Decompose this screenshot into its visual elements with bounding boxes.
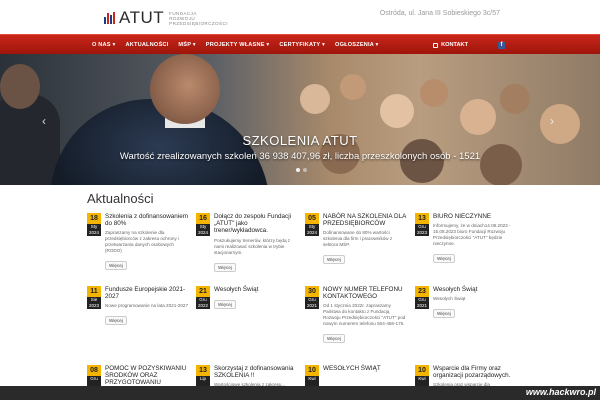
nav-item-projekty-wlasne[interactable]: PROJEKTY WŁASNE ▾	[206, 42, 270, 48]
news-title[interactable]: Wesołych Świąt	[214, 286, 298, 293]
date-badge: 13 Lip	[196, 365, 210, 388]
bottom-bar	[0, 386, 600, 400]
more-button[interactable]: Więcej	[433, 254, 455, 264]
logo-text: ATUT	[119, 8, 165, 27]
news-heading: Aktualności	[87, 191, 154, 206]
news-text: Zapraszamy na szkolenie dla przedsiębior…	[105, 230, 180, 254]
more-button[interactable]: Więcej	[323, 334, 345, 344]
date-badge: 16 Sty 2024	[196, 213, 210, 236]
news-title[interactable]: BIURO NIECZYNNE	[433, 213, 517, 220]
news-text: Wesołych Świąt	[433, 296, 466, 302]
nav-item-aktualnosci[interactable]: AKTUALNOŚCI	[125, 42, 168, 48]
nav-item-msp[interactable]: MŚP ▾	[178, 42, 195, 48]
date-badge: 21 Gru 2022	[196, 286, 210, 309]
logo[interactable]: ATUT FUNDACJA ROZWOJU PRZEDSIĘBIORCZOŚCI	[104, 8, 228, 28]
date-badge: 13 Gru 2023	[415, 213, 429, 236]
hero-background-image	[0, 54, 600, 185]
date-badge: 30 Gru 2021	[305, 286, 319, 309]
nav-item-ogloszenia[interactable]: OGŁOSZENIA ▾	[335, 42, 379, 48]
date-badge: 05 Sty 2024	[305, 213, 319, 236]
more-button[interactable]: Więcej	[323, 255, 345, 265]
logo-subtitle: FUNDACJA ROZWOJU PRZEDSIĘBIORCZOŚCI	[169, 10, 228, 26]
phone-icon	[433, 42, 439, 48]
slider-dots	[296, 168, 307, 172]
more-button[interactable]: Więcej	[105, 261, 127, 271]
news-title[interactable]: Fundusze Europejskie 2021-2027	[105, 286, 189, 300]
slider-prev-arrow[interactable]: ‹	[42, 114, 46, 128]
more-button[interactable]: Więcej	[433, 309, 455, 319]
news-title[interactable]: Skorzystaj z dofinansowania SZKOLENIA !!	[214, 365, 298, 379]
watermark: www.hackwro.pl	[525, 387, 596, 397]
nav-item-certyfikaty[interactable]: CERTYFIKATY ▾	[279, 42, 325, 48]
logo-bars-icon	[104, 12, 115, 24]
date-badge: 08 Gru	[87, 365, 101, 388]
news-text: Od 1 stycznia 2022r. zapraszamy Państwa …	[323, 303, 406, 327]
news-title[interactable]: NABÓR NA SZKOLENIA DLA PRZEDSIĘBIORCÓW	[323, 213, 407, 227]
main-nav: O NAS ▾ AKTUALNOŚCI MŚP ▾ PROJEKTY WŁASN…	[0, 34, 600, 54]
slider-dot[interactable]	[303, 168, 307, 172]
facebook-icon[interactable]: f	[498, 41, 505, 49]
news-title[interactable]: WESOŁYCH ŚWIĄT	[323, 365, 407, 372]
hero-slider: ‹ ›	[0, 54, 600, 185]
slider-next-arrow[interactable]: ›	[550, 114, 554, 128]
news-text: Dofinansowane do 80% wartości szkolenia …	[323, 230, 393, 248]
date-badge: 23 Gru 2021	[415, 286, 429, 309]
news-title[interactable]: NOWY NUMER TELEFONU KONTAKTOWEGO	[323, 286, 407, 300]
news-title[interactable]: Dołącz do zespołu Fundacji „ATUT" jako t…	[214, 213, 298, 235]
news-title[interactable]: Wsparcie dla Firmy oraz organizacji poza…	[433, 365, 517, 379]
date-badge: 10 Kwi	[415, 365, 429, 388]
date-badge: 10 Kwi	[305, 365, 319, 388]
more-button[interactable]: Więcej	[214, 300, 236, 310]
news-title[interactable]: Wesołych Świąt	[433, 286, 517, 293]
hero-subtitle: Wartość zrealizowanych szkoleń 36 938 40…	[119, 151, 481, 162]
hero-title: SZKOLENIA ATUT	[242, 133, 358, 148]
date-badge: 18 Sty 2024	[87, 213, 101, 236]
site-header: ATUT FUNDACJA ROZWOJU PRZEDSIĘBIORCZOŚCI…	[0, 0, 600, 34]
more-button[interactable]: Więcej	[214, 262, 236, 272]
date-badge: 11 Sie 2023	[87, 286, 101, 309]
nav-item-kontakt[interactable]: KONTAKT	[433, 42, 468, 48]
news-title[interactable]: Szkolenia z dofinansowaniem do 80%	[105, 213, 189, 227]
news-text: Informujemy, że w dniach14.08.2023 - 15.…	[433, 223, 511, 247]
nav-item-o-nas[interactable]: O NAS ▾	[92, 42, 115, 48]
news-text: Poszukujemy trenerów, którzy będą z nami…	[214, 237, 291, 255]
more-button[interactable]: Więcej	[105, 316, 127, 326]
news-text: Nowe programowanie na lata 2021-2027	[105, 303, 188, 309]
slider-dot[interactable]	[296, 168, 300, 172]
address: Ostróda, ul. Jana III Sobieskiego 3c/57	[379, 10, 500, 17]
